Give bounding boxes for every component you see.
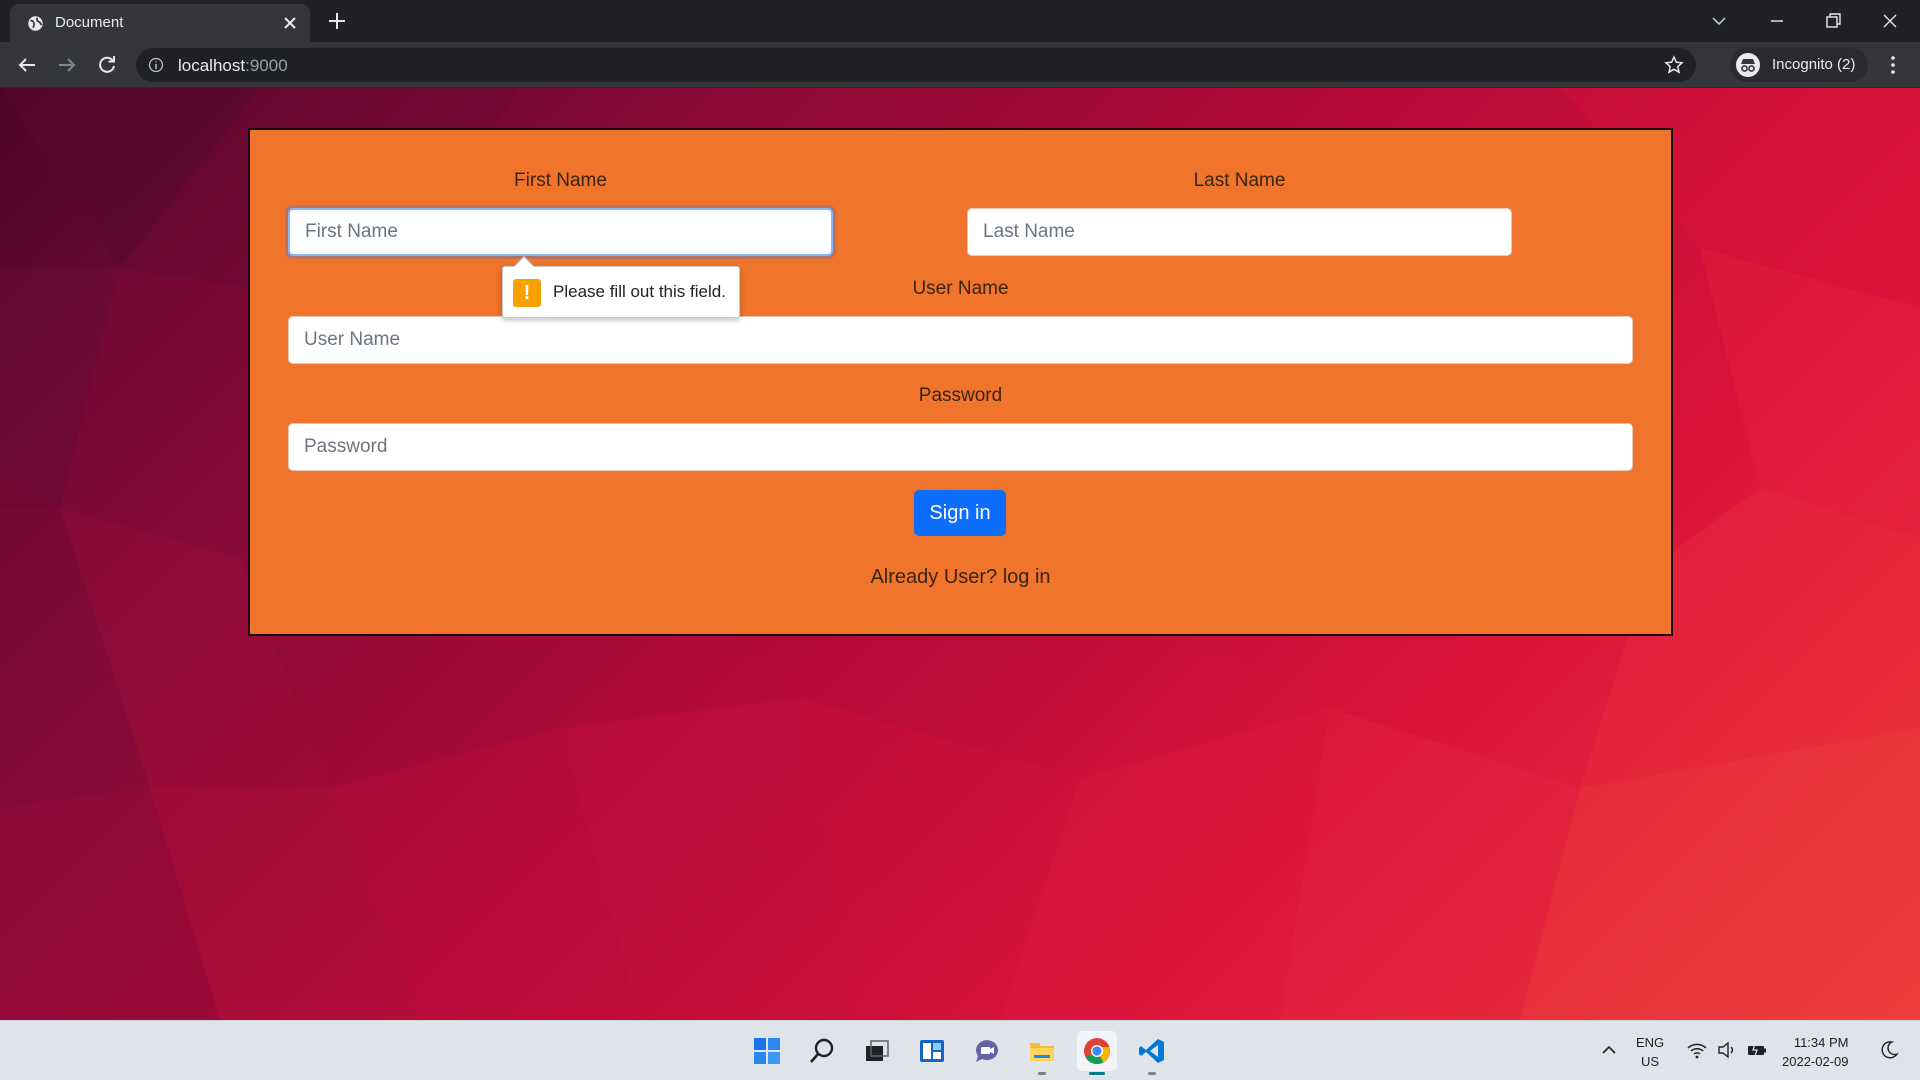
password-input[interactable] <box>288 423 1633 471</box>
running-indicator <box>1038 1072 1046 1075</box>
forward-icon[interactable] <box>55 53 79 77</box>
keyboard-region: US <box>1641 1054 1660 1069</box>
incognito-label: Incognito (2) <box>1772 56 1856 73</box>
url-host: localhost <box>178 56 246 75</box>
widgets-button[interactable] <box>912 1031 952 1071</box>
url-port: :9000 <box>245 56 288 75</box>
tab-search-icon[interactable] <box>1706 8 1732 34</box>
tab-title: Document <box>55 14 124 31</box>
validation-message: Please fill out this field. <box>553 282 726 301</box>
browser-tab[interactable]: Document <box>10 4 310 42</box>
address-bar[interactable]: localhost:9000 <box>136 48 1696 82</box>
first-name-label: First Name <box>514 170 607 191</box>
incognito-icon <box>1736 53 1760 77</box>
first-name-input[interactable] <box>288 208 833 256</box>
close-tab-icon[interactable] <box>280 13 300 33</box>
globe-icon <box>28 16 43 31</box>
browser-toolbar: localhost:9000 Incognito (2) <box>0 42 1920 88</box>
vscode-button[interactable] <box>1132 1031 1172 1075</box>
signup-form: First Name Last Name User Name Password … <box>248 128 1673 636</box>
volume-icon[interactable] <box>1716 1039 1738 1061</box>
last-name-label: Last Name <box>1193 170 1286 191</box>
focus-moon-icon[interactable] <box>1878 1039 1900 1061</box>
last-name-input[interactable] <box>967 208 1512 256</box>
page-viewport: First Name Last Name User Name Password … <box>0 88 1920 1020</box>
user-name-label: User Name <box>912 278 1009 299</box>
search-icon <box>810 1038 834 1063</box>
vscode-icon <box>1139 1039 1164 1063</box>
taskbar: ENG US 11:34 PM 2022-02-09 <box>0 1020 1920 1080</box>
user-name-input[interactable] <box>288 316 1633 364</box>
clock[interactable]: 11:34 PM 2022-02-09 <box>1782 1033 1849 1071</box>
file-explorer-button[interactable] <box>1022 1031 1062 1075</box>
password-label: Password <box>918 385 1003 406</box>
site-info-icon[interactable] <box>148 57 164 73</box>
new-tab-icon[interactable] <box>326 10 348 32</box>
chat-button[interactable] <box>967 1031 1007 1071</box>
back-icon[interactable] <box>15 53 39 77</box>
clock-date: 2022-02-09 <box>1782 1054 1849 1069</box>
file-explorer-icon <box>1030 1043 1054 1061</box>
url-text: localhost:9000 <box>178 56 288 76</box>
active-indicator <box>1089 1072 1105 1075</box>
validation-tooltip: ! Please fill out this field. <box>502 256 740 318</box>
bookmark-star-icon[interactable] <box>1664 55 1684 75</box>
language-indicator[interactable]: ENG US <box>1636 1033 1664 1071</box>
task-view-icon <box>866 1040 889 1061</box>
browser-tabstrip: Document <box>0 0 1920 42</box>
search-button[interactable] <box>802 1031 842 1071</box>
running-indicator <box>1148 1072 1156 1075</box>
chat-icon <box>976 1040 998 1062</box>
start-button[interactable] <box>747 1031 787 1071</box>
wifi-icon[interactable] <box>1686 1039 1708 1061</box>
close-window-icon[interactable] <box>1877 8 1903 34</box>
widgets-icon <box>920 1040 944 1062</box>
restore-icon[interactable] <box>1820 8 1846 34</box>
chrome-icon <box>1084 1038 1110 1065</box>
reload-icon[interactable] <box>95 53 119 77</box>
battery-icon[interactable] <box>1746 1039 1768 1061</box>
language-code: ENG <box>1636 1035 1665 1050</box>
login-link[interactable]: Already User? log in <box>250 566 1671 589</box>
chevron-up-icon[interactable] <box>1598 1039 1620 1061</box>
minimize-icon[interactable] <box>1764 8 1790 34</box>
chrome-button[interactable] <box>1077 1031 1117 1075</box>
browser-menu-icon[interactable] <box>1882 54 1904 76</box>
warning-icon: ! <box>513 279 541 307</box>
sign-in-button[interactable]: Sign in <box>914 490 1006 536</box>
start-icon <box>754 1038 780 1064</box>
clock-time: 11:34 PM <box>1793 1035 1849 1050</box>
task-view-button[interactable] <box>857 1031 897 1071</box>
incognito-profile-button[interactable]: Incognito (2) <box>1730 48 1868 82</box>
